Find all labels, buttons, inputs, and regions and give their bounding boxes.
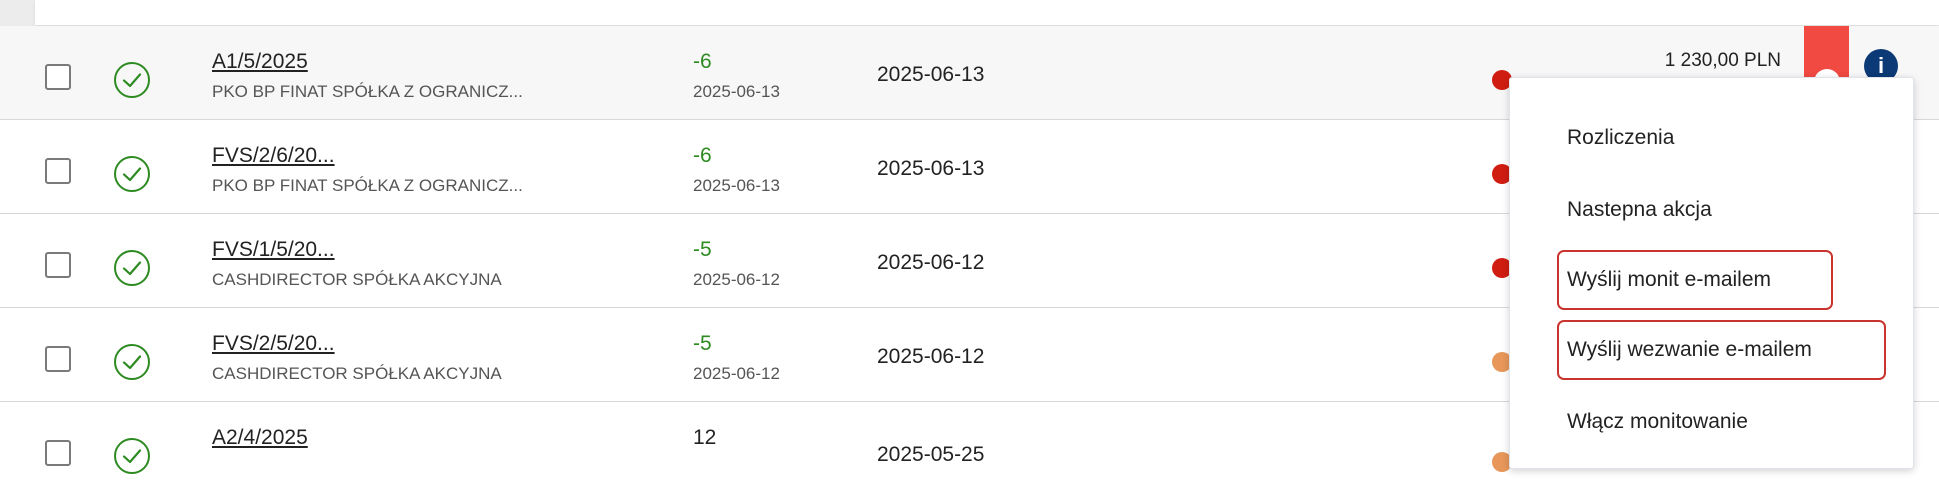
row-checkbox[interactable] [45, 64, 71, 90]
days-overdue: -6 [693, 50, 712, 73]
due-date: 2025-06-13 [693, 176, 780, 195]
action-date: 2025-06-13 [877, 157, 985, 180]
row-checkbox[interactable] [45, 440, 71, 466]
due-date: 2025-06-12 [693, 270, 780, 289]
menu-item-label: Włącz monitowanie [1567, 410, 1748, 433]
company-name: PKO BP FINAT SPÓŁKA Z OGRANICZ... [212, 82, 523, 101]
context-menu: Rozliczenia Nastepna akcja Wyślij monit … [1509, 77, 1914, 469]
company-name: CASHDIRECTOR SPÓŁKA AKCYJNA [212, 364, 502, 383]
check-circle-icon [112, 342, 152, 382]
days-overdue: 12 [693, 426, 717, 449]
check-circle-icon [112, 248, 152, 288]
company-name: PKO BP FINAT SPÓŁKA Z OGRANICZ... [212, 176, 523, 195]
row-checkbox[interactable] [45, 252, 71, 278]
row-checkbox[interactable] [45, 346, 71, 372]
check-circle-icon [112, 60, 152, 100]
action-date: 2025-05-25 [877, 443, 985, 466]
days-overdue: -5 [693, 238, 712, 261]
document-number-link[interactable]: A1/5/2025 [212, 50, 308, 74]
menu-item-next-action[interactable]: Nastepna akcja [1510, 184, 1913, 236]
action-date: 2025-06-12 [877, 251, 985, 274]
amount: 1 230,00 PLN [1664, 50, 1781, 71]
days-overdue: -5 [693, 332, 712, 355]
menu-item-label: Rozliczenia [1567, 126, 1675, 149]
highlight-box [1557, 320, 1886, 380]
document-number-link[interactable]: FVS/1/5/20... [212, 238, 335, 262]
menu-item-enable-monitoring[interactable]: Włącz monitowanie [1510, 396, 1913, 448]
row-checkbox[interactable] [45, 158, 71, 184]
menu-item-rozliczenia[interactable]: Rozliczenia [1510, 112, 1913, 164]
days-overdue: -6 [693, 144, 712, 167]
highlight-box [1557, 250, 1833, 310]
check-circle-icon [112, 436, 152, 476]
check-circle-icon [112, 154, 152, 194]
action-date: 2025-06-12 [877, 345, 985, 368]
menu-item-label: Nastepna akcja [1567, 198, 1712, 221]
due-date: 2025-06-12 [693, 364, 780, 383]
invoice-list-screen: A1/5/2025 PKO BP FINAT SPÓŁKA Z OGRANICZ… [0, 0, 1939, 481]
company-name: CASHDIRECTOR SPÓŁKA AKCYJNA [212, 270, 502, 289]
top-panel [35, 0, 1939, 25]
document-number-link[interactable]: FVS/2/5/20... [212, 332, 335, 356]
due-date: 2025-06-13 [693, 82, 780, 101]
document-number-link[interactable]: FVS/2/6/20... [212, 144, 335, 168]
document-number-link[interactable]: A2/4/2025 [212, 426, 308, 450]
action-date: 2025-06-13 [877, 63, 985, 86]
